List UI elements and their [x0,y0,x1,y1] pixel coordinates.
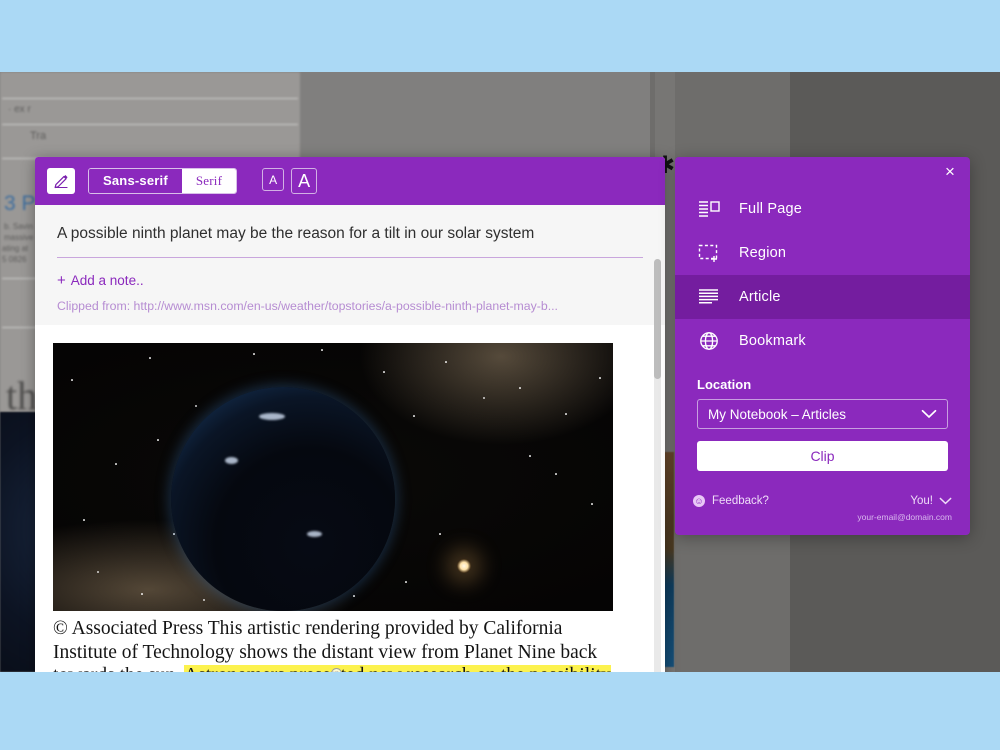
clip-preview-body: A possible ninth planet may be the reaso… [35,205,665,672]
article-lead-text: © Associated Press This artistic renderi… [53,618,598,672]
full-page-icon [697,197,721,221]
pencil-icon[interactable] [47,168,75,194]
account-email: your-email@domain.com [857,512,952,522]
add-note-label: Add a note.. [70,273,144,288]
account-menu[interactable]: You! [910,495,933,507]
plus-icon: + [57,272,66,289]
background-sub-3: ating at [2,244,29,253]
distant-sun-graphic [457,559,471,573]
smiley-icon: ☺ [693,495,705,507]
remove-highlight-icon[interactable]: × [331,668,342,672]
clip-mode-list: Full Page Region Article Bookmark [675,187,970,363]
background-snippet-row-2: Tra [30,130,47,142]
notebook-select-value: My Notebook – Articles [708,406,847,422]
feedback-link[interactable]: ☺ Feedback? [693,495,769,507]
clip-button[interactable]: Clip [697,441,948,471]
clip-mode-label: Bookmark [739,333,806,349]
panel-footer: ☺ Feedback? You! your-email@domain.com [675,492,970,522]
background-headline: 3 P [4,192,36,215]
article-content: © Associated Press This artistic renderi… [35,325,665,672]
clipped-from-url: Clipped from: http://www.msn.com/en-us/w… [57,299,558,313]
font-serif-option[interactable]: Serif [181,169,237,193]
bookmark-globe-icon [697,329,721,353]
clip-mode-region[interactable]: Region [675,231,970,275]
note-editor-toolbar: Sans-serif Serif A A [35,157,665,205]
close-icon[interactable]: × [941,163,959,181]
font-size-controls: A A [262,168,318,194]
screenshot-root: · ex r Tra 3 P b. Savin massive ating at… [0,0,1000,750]
feedback-label: Feedback? [712,495,769,507]
article-icon [697,285,721,309]
background-snippet-row-1: · ex r [8,104,31,115]
location-label: Location [697,377,752,392]
font-family-toggle[interactable]: Sans-serif Serif [88,168,238,194]
region-icon [697,241,721,265]
background-sub-1: b. Savin [4,222,33,231]
chevron-down-icon [921,407,937,422]
clip-preview-window: Sans-serif Serif A A A possible ninth pl… [35,157,665,672]
account-label: You! [910,495,933,507]
clip-mode-label: Full Page [739,201,803,217]
font-size-increase-button[interactable]: A [291,168,318,194]
font-sans-serif-option[interactable]: Sans-serif [89,169,182,193]
font-size-decrease-button[interactable]: A [262,168,285,191]
clip-mode-label: Article [739,289,781,305]
note-title[interactable]: A possible ninth planet may be the reaso… [57,225,643,258]
clip-mode-article[interactable]: Article [675,275,970,319]
notebook-select[interactable]: My Notebook – Articles [697,399,948,429]
clip-preview-scrollbar[interactable] [654,259,661,672]
clip-mode-label: Region [739,245,787,261]
add-note-button[interactable]: + Add a note.. [57,272,643,289]
background-sub-2: massive [4,233,34,242]
article-hero-image [53,343,613,611]
clip-mode-full-page[interactable]: Full Page [675,187,970,231]
browser-viewport: · ex r Tra 3 P b. Savin massive ating at… [0,72,1000,672]
note-metadata-header: A possible ninth planet may be the reaso… [35,205,665,325]
article-paragraph[interactable]: © Associated Press This artistic renderi… [53,617,615,672]
planet-nine-graphic [171,387,395,611]
account-chevron-down-icon[interactable] [939,492,952,510]
background-sub-4: 5 0826 [2,255,27,264]
web-clipper-panel: × Full Page Region Article Bookmark Loca… [675,157,970,535]
clip-mode-bookmark[interactable]: Bookmark [675,319,970,363]
